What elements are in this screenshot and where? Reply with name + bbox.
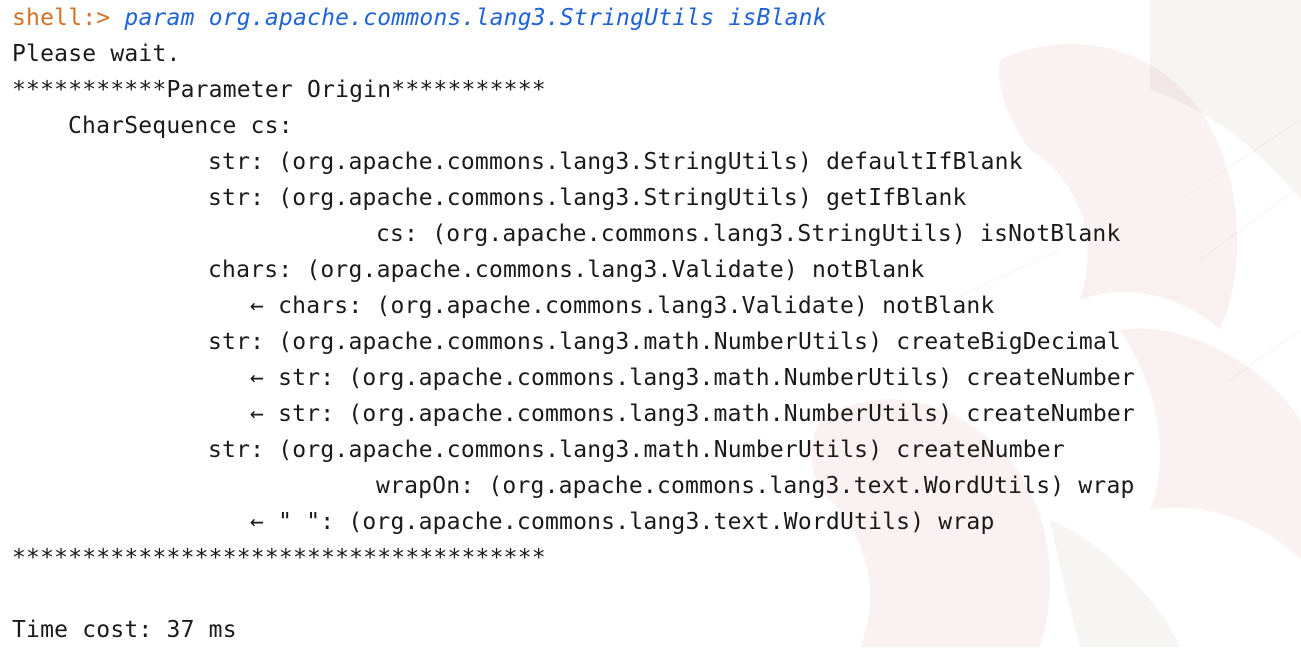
origin-entry: str: (org.apache.commons.lang3.StringUti…: [208, 149, 1023, 175]
wait-message: Please wait.: [12, 41, 181, 67]
origin-entry: cs: (org.apache.commons.lang3.StringUtil…: [376, 221, 1121, 247]
origin-footer: **************************************: [12, 545, 546, 571]
origin-entry-backref: ← " ": (org.apache.commons.lang3.text.Wo…: [250, 509, 995, 535]
prompt-line: shell:> param org.apache.commons.lang3.S…: [12, 0, 1292, 36]
origin-header: ***********Parameter Origin***********: [12, 77, 546, 103]
time-cost: Time cost: 37 ms: [12, 617, 237, 643]
origin-entry: str: (org.apache.commons.lang3.math.Numb…: [208, 437, 1065, 463]
terminal-output: shell:> param org.apache.commons.lang3.S…: [12, 0, 1292, 648]
origin-entry: str: (org.apache.commons.lang3.StringUti…: [208, 185, 967, 211]
parameter-name: CharSequence cs:: [68, 113, 293, 139]
entered-command: param org.apache.commons.lang3.StringUti…: [124, 5, 827, 31]
origin-entry: wrapOn: (org.apache.commons.lang3.text.W…: [376, 473, 1135, 499]
origin-entry-backref: ← str: (org.apache.commons.lang3.math.Nu…: [250, 401, 1135, 427]
origin-entry: str: (org.apache.commons.lang3.math.Numb…: [208, 329, 1122, 355]
shell-prompt: shell:>: [12, 5, 111, 31]
origin-entry-backref: ← chars: (org.apache.commons.lang3.Valid…: [250, 293, 995, 319]
origin-entry: chars: (org.apache.commons.lang3.Validat…: [208, 257, 925, 283]
origin-entry-backref: ← str: (org.apache.commons.lang3.math.Nu…: [250, 365, 1135, 391]
